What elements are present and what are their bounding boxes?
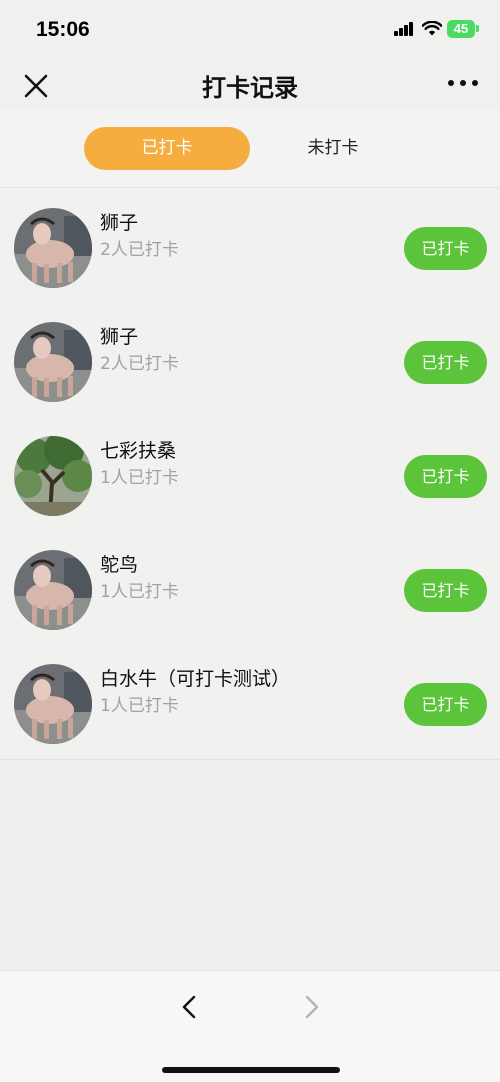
chevron-right-icon[interactable]: [301, 993, 323, 1021]
battery-icon: 45: [447, 20, 475, 38]
record-name: 狮子: [100, 212, 139, 234]
list-item[interactable]: 狮子 2人已打卡 已打卡: [0, 302, 500, 416]
record-name: 七彩扶桑: [100, 440, 177, 462]
status-bar: 15:06 45: [0, 0, 500, 60]
record-count: 1人已打卡: [100, 468, 179, 488]
white-buffalo-photo: [14, 550, 92, 630]
list-item[interactable]: 鸵鸟 1人已打卡 已打卡: [0, 530, 500, 644]
tab-not-checked-in[interactable]: 未打卡: [250, 127, 416, 170]
checked-in-button[interactable]: 已打卡: [404, 227, 487, 270]
list-item[interactable]: 狮子 2人已打卡 已打卡: [0, 188, 500, 302]
record-count: 2人已打卡: [100, 354, 179, 374]
record-list: 狮子 2人已打卡 已打卡 狮子 2人已打卡 已打卡 七彩扶桑 1人已打卡 已打卡…: [0, 188, 500, 760]
page-title: 打卡记录: [202, 74, 298, 102]
tree-photo: [14, 436, 92, 516]
white-buffalo-photo: [14, 664, 92, 744]
tab-checked-in[interactable]: 已打卡: [84, 127, 250, 170]
record-count: 1人已打卡: [100, 696, 179, 716]
record-count: 1人已打卡: [100, 582, 179, 602]
white-buffalo-photo: [14, 208, 92, 288]
list-item[interactable]: 七彩扶桑 1人已打卡 已打卡: [0, 416, 500, 530]
checked-in-button[interactable]: 已打卡: [404, 341, 487, 384]
status-time: 15:06: [36, 18, 90, 41]
record-count: 2人已打卡: [100, 240, 179, 260]
nav-bar: 打卡记录: [0, 60, 500, 108]
tab-bar: 已打卡 未打卡: [0, 108, 500, 188]
record-name: 鸵鸟: [100, 554, 139, 576]
avatar: [14, 550, 92, 630]
record-name: 白水牛（可打卡测试）: [100, 668, 291, 690]
avatar: [14, 322, 92, 402]
checked-in-button[interactable]: 已打卡: [404, 683, 487, 726]
battery-tip: [476, 25, 479, 32]
record-name: 狮子: [100, 326, 139, 348]
chevron-left-icon[interactable]: [178, 993, 200, 1021]
avatar: [14, 664, 92, 744]
avatar: [14, 208, 92, 288]
home-indicator: [162, 1067, 340, 1073]
white-buffalo-photo: [14, 322, 92, 402]
signal-icon: [394, 22, 414, 36]
bottom-toolbar: [0, 970, 500, 1082]
checked-in-button[interactable]: 已打卡: [404, 455, 487, 498]
checked-in-button[interactable]: 已打卡: [404, 569, 487, 612]
list-item[interactable]: 白水牛（可打卡测试） 1人已打卡 已打卡: [0, 644, 500, 758]
avatar: [14, 436, 92, 516]
more-icon[interactable]: [446, 79, 480, 89]
wifi-icon: [422, 21, 442, 36]
